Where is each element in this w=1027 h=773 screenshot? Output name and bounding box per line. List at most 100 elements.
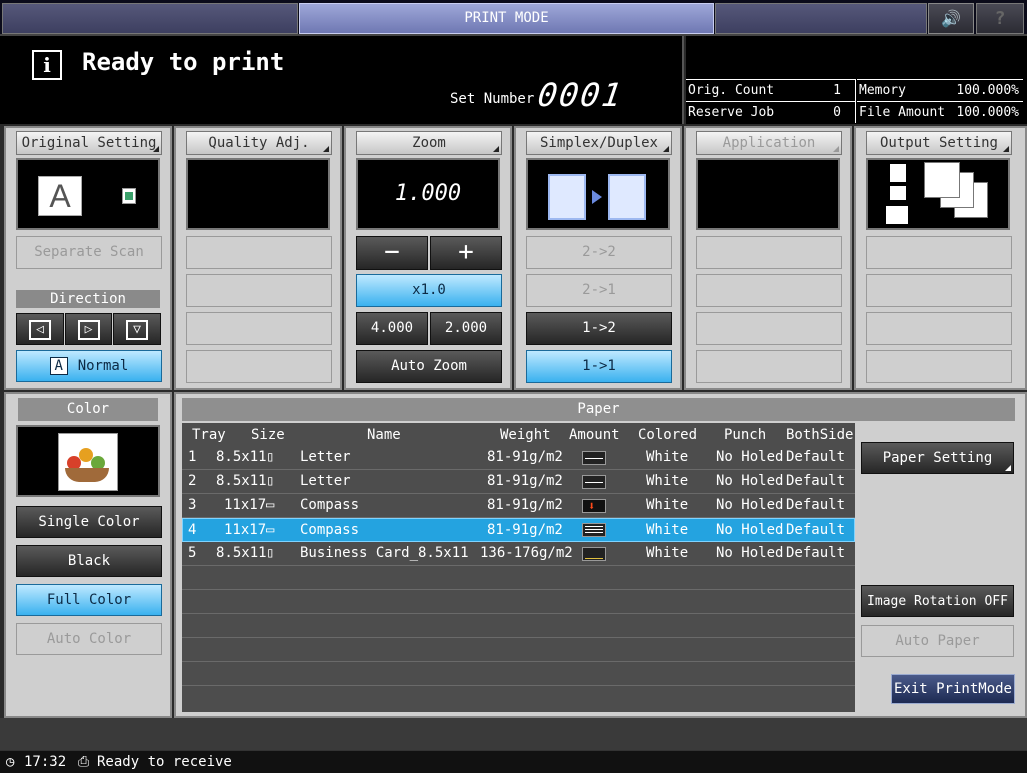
table-row[interactable]: 1 8.5x11 ▯ Letter 81-91g/m2 White No Hol… [182,446,855,470]
simplex-duplex-button[interactable]: Simplex/Duplex [526,131,672,155]
paper-orientation-icon: ▯ [266,545,275,561]
color-display [16,425,160,497]
output-setting-button[interactable]: Output Setting [866,131,1012,155]
auto-color-button[interactable]: Auto Color [16,623,162,655]
paper-empty-icon: ⬇ [582,499,606,513]
row-size: 11x17 [224,522,267,538]
paper-orientation-icon: ▭ [266,522,275,538]
duplex-arrow-icon [592,190,602,204]
title-bar-left [2,3,298,34]
file-amount-cell: File Amount 100.000% [857,101,1023,123]
col-tray: Tray [192,427,226,443]
quality-slot-2 [186,274,332,307]
auto-zoom-button[interactable]: Auto Zoom [356,350,502,383]
table-row-empty [182,590,855,614]
title-bar-right [715,3,927,34]
output-page-1-icon [924,162,960,198]
image-rotation-button[interactable]: Image Rotation OFF [861,585,1014,617]
direction-left-button[interactable]: ◁ [16,313,64,345]
col-punch: Punch [724,427,767,443]
row-colored: White [646,449,689,465]
orig-count-cell: Orig. Count 1 [686,79,856,101]
full-color-button[interactable]: Full Color [16,584,162,616]
output-display [866,158,1010,230]
duplex-1to2-button[interactable]: 1->2 [526,312,672,345]
quality-slot-1 [186,236,332,269]
row-size: 11x17 [224,497,267,513]
row-name: Compass [300,522,360,538]
normal-label: Normal [77,358,129,374]
output-fold-icon [890,186,906,200]
output-staple-icon [890,164,906,182]
application-display [696,158,840,230]
black-button[interactable]: Black [16,545,162,577]
table-row-selected[interactable]: 4 11x17 ▭ Compass 81-91g/m2 White No Hol… [182,518,855,542]
single-color-button[interactable]: Single Color [16,506,162,538]
table-row[interactable]: 3 11x17 ▭ Compass 81-91g/m2 ⬇ White No H… [182,494,855,518]
separate-scan-button[interactable]: Separate Scan [16,236,162,269]
duplex-2to2-button[interactable]: 2->2 [526,236,672,269]
row-name: Business Card_8.5x11 [300,545,469,561]
application-button[interactable]: Application [696,131,842,155]
file-amount-value: 100.000% [956,105,1019,120]
zoom-minus-button[interactable]: − [356,236,428,270]
duplex-1to1-button[interactable]: 1->1 [526,350,672,383]
reserve-job-label: Reserve Job [688,105,775,120]
zoom-preset-1-button[interactable]: 4.000 [356,312,428,345]
paper-orientation-icon: ▯ [266,473,275,489]
direction-normal-button[interactable]: A Normal [16,350,162,382]
paper-amount-icon [582,451,606,465]
direction-down-button[interactable]: ▽ [113,313,161,345]
table-row[interactable]: 5 8.5x11 ▯ Business Card_8.5x11 136-176g… [182,542,855,566]
table-row-empty [182,614,855,638]
col-weight: Weight [500,427,551,443]
zoom-preset-2-button[interactable]: 2.000 [430,312,502,345]
auto-paper-button[interactable]: Auto Paper [861,625,1014,657]
memory-label: Memory [859,83,906,98]
duplex-2to1-button[interactable]: 2->1 [526,274,672,307]
paper-orientation-icon: ▭ [266,497,275,513]
table-row[interactable]: 2 8.5x11 ▯ Letter 81-91g/m2 White No Hol… [182,470,855,494]
row-punch: No Holed [716,449,784,465]
exit-printmode-button[interactable]: Exit PrintMode [891,674,1015,704]
paper-setting-button[interactable]: Paper Setting [861,442,1014,474]
printer-icon: ⎙ [78,754,90,770]
print-mode-screen: PRINT MODE 🔊 ? i Ready to print Set Numb… [0,0,1027,773]
info-icon: i [32,50,62,80]
row-name: Letter [300,473,351,489]
row-weight: 136-176g/m2 [480,545,573,561]
paper-amount-icon [582,523,606,537]
table-row-empty [182,686,855,710]
direction-right-button[interactable]: ▷ [65,313,112,345]
table-row-empty [182,566,855,590]
zoom-x10-button[interactable]: x1.0 [356,274,502,307]
footer-message: Ready to receive [97,754,232,770]
row-weight: 81-91g/m2 [487,497,563,513]
paper-amount-icon [582,547,606,561]
set-number-value: 0001 [535,76,626,114]
row-bothside: Default [786,473,846,489]
status-message: Ready to print [82,48,285,76]
output-slot-2 [866,274,1012,307]
row-size: 8.5x11 [216,545,267,561]
set-number-label: Set Number [450,91,535,107]
quality-slot-3 [186,312,332,345]
row-colored: White [646,545,689,561]
output-slot-4 [866,350,1012,383]
memory-cell: Memory 100.000% [857,79,1023,101]
help-icon[interactable]: ? [976,3,1024,34]
paper-table: Tray Size Name Weight Amount Colored Pun… [182,423,855,712]
paper-setting-label: Paper Setting [882,450,993,466]
memory-value: 100.000% [956,83,1019,98]
speaker-icon[interactable]: 🔊 [928,3,974,34]
zoom-plus-button[interactable]: + [430,236,502,270]
paper-amount-icon [582,475,606,489]
paper-orientation-icon: ▯ [266,449,275,465]
quality-adj-button[interactable]: Quality Adj. [186,131,332,155]
row-colored: White [646,497,689,513]
row-tray: 5 [188,545,197,561]
row-name: Compass [300,497,360,513]
zoom-button[interactable]: Zoom [356,131,502,155]
col-amount: Amount [569,427,620,443]
original-setting-button[interactable]: Original Setting [16,131,162,155]
